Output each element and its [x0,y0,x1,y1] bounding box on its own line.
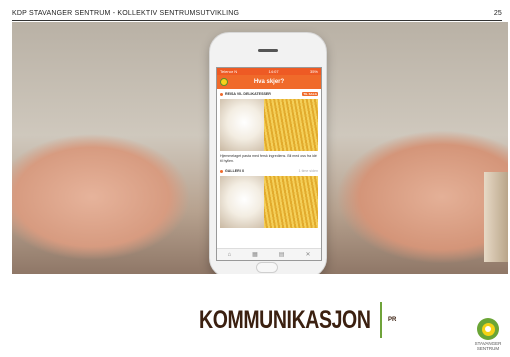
title-divider [380,302,382,338]
feed-item-header: REISA VIL DELIKATESSER TIL SALG [217,89,321,99]
pasta-image [220,99,318,151]
page-subtitle: PR [388,317,397,323]
app-title: Hva skjer? [253,79,285,85]
sale-badge: TIL SALG [302,92,318,96]
hero-photo: Telenor N 14:07 35% Hva skjer? REISA VIL… [12,22,508,274]
header-title: KDP STAVANGER SENTRUM - KOLLEKTIV SENTRU… [12,9,240,17]
phone-status-bar: Telenor N 14:07 35% [217,68,321,75]
app-header: Hva skjer? [217,75,321,89]
page-title: KOMMUNIKASJON [199,305,371,334]
noodles-image [264,99,318,151]
wristwatch-strap [484,172,508,262]
carrier-text: Telenor N [220,69,238,74]
flour-image [220,99,265,151]
phone-home-button [256,262,278,273]
flour-image [220,176,265,229]
section-title: KOMMUNIKASJON PR [199,302,396,338]
clock-text: 14:07 [268,69,279,74]
app-tab-bar: ⌂ ▦ ▤ ✕ [217,248,321,260]
feed-item-header-2: GALLERI X 1 time siden [217,166,321,176]
pasta-image-2 [220,176,318,229]
phone-speaker [258,49,278,52]
bullet-icon [220,169,223,173]
home-icon: ⌂ [227,251,232,258]
feed-item-label: REISA VIL DELIKATESSER [225,92,271,96]
tools-icon: ✕ [305,252,311,258]
phone-screen: Telenor N 14:07 35% Hva skjer? REISA VIL… [216,67,322,261]
noodles-image [264,176,318,229]
page-number: 25 [493,9,502,17]
logo-text: STAVANGER SENTRUM [474,341,502,351]
header-divider [12,20,502,21]
bullet-icon [220,92,223,96]
app-logo-icon [220,78,228,86]
feed-item-label-2: GALLERI X [225,169,245,174]
grid-icon: ▦ [252,252,258,258]
phone-mockup: Telenor N 14:07 35% Hva skjer? REISA VIL… [209,32,327,274]
battery-text: 35% [309,69,318,74]
feed-item-text: Hjemmelaget pasta med fersk ingrediens. … [220,154,317,163]
logo-circle-icon [477,318,499,340]
timestamp: 1 time siden [298,169,318,174]
stavanger-sentrum-logo: STAVANGER SENTRUM [474,318,502,352]
page-header: KDP STAVANGER SENTRUM - KOLLEKTIV SENTRU… [12,7,502,19]
bag-icon: ▤ [278,252,285,258]
